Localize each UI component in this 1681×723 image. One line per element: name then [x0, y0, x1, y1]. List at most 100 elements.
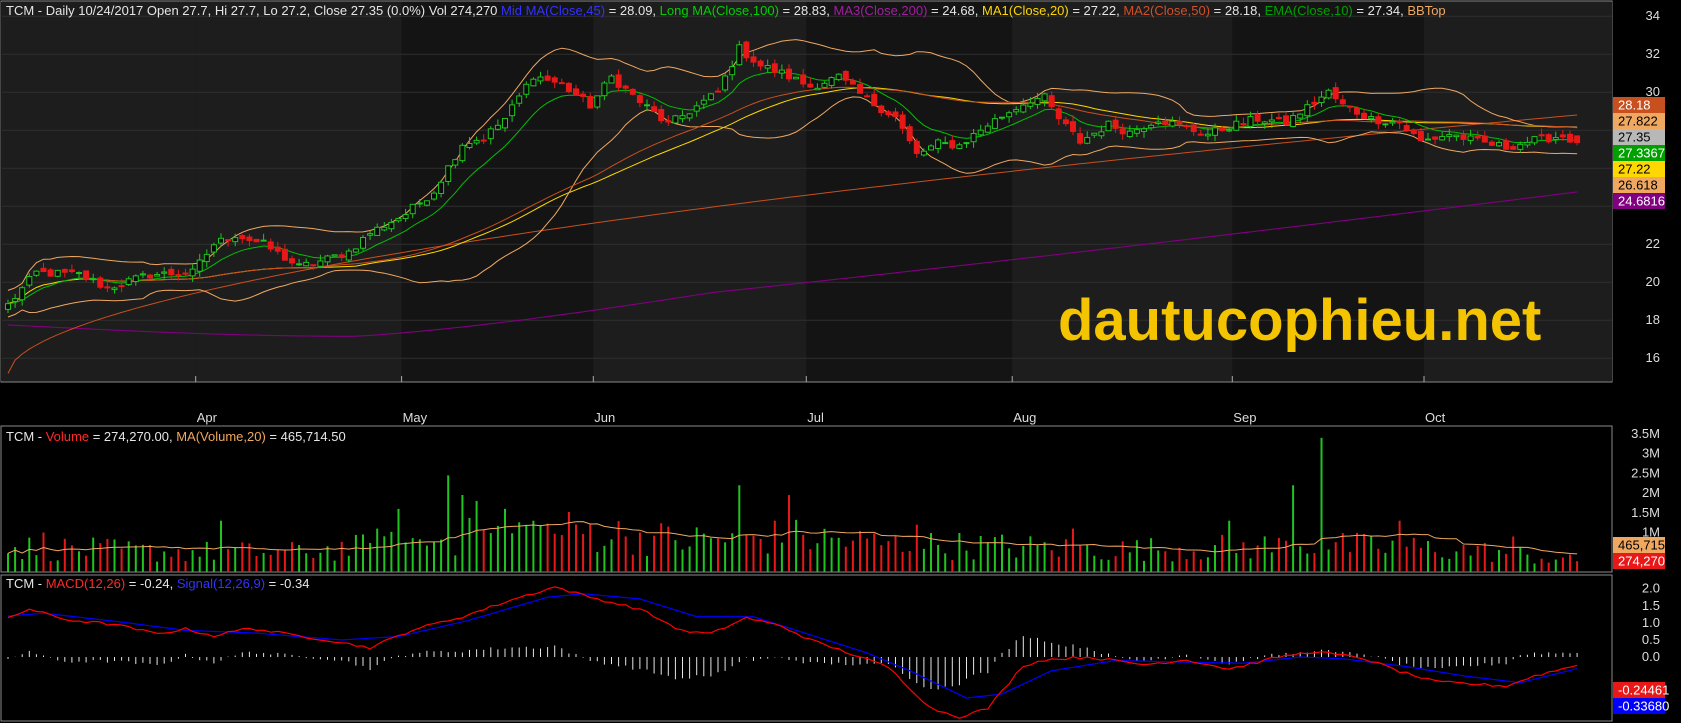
price-panel: 16182022303234Apr May Jun Jul Aug Sep Oct28.18… [0, 0, 1665, 425]
candle-body [1325, 89, 1332, 99]
candle-body [601, 82, 608, 97]
candle-body [90, 278, 97, 281]
candle-body [331, 254, 338, 257]
candle-body [480, 139, 487, 142]
candle-body [1446, 134, 1453, 138]
candle-body [644, 104, 650, 107]
candle-body [1141, 128, 1147, 132]
month-label: May [403, 410, 428, 425]
price-axis-tick-label: 20 [1646, 274, 1660, 289]
candle-body [1290, 115, 1297, 127]
candle-body [928, 145, 934, 151]
volume-axis-tick-label: 1.5M [1631, 505, 1660, 520]
candle-body [1403, 125, 1410, 131]
candle-body [1055, 108, 1062, 120]
candle-body [849, 80, 856, 85]
candle-body [281, 248, 288, 261]
candle-body [1552, 137, 1559, 140]
candle-body [395, 217, 402, 222]
candle-body [1467, 135, 1474, 141]
candle-body [1098, 131, 1105, 137]
candle-body [1453, 134, 1460, 138]
candle-body [509, 104, 516, 117]
candle-body [97, 277, 104, 288]
month-label: Oct [1425, 410, 1446, 425]
candle-body [722, 75, 729, 91]
candle-body [665, 120, 672, 123]
candle-body [1020, 104, 1027, 113]
candle-body [345, 250, 352, 261]
candle-body [771, 63, 778, 73]
candle-body [5, 303, 11, 310]
candle-body [935, 139, 942, 149]
candle-body [679, 115, 686, 120]
candle-body [225, 239, 232, 242]
candle-body [54, 269, 61, 277]
candle-body [310, 264, 317, 267]
candle-body [409, 203, 416, 215]
price-tag-value: 27.22 [1618, 162, 1651, 177]
volume-axis-tick-label: 3.5M [1631, 426, 1660, 441]
candle-body [1368, 115, 1375, 120]
candle-body [1339, 99, 1346, 105]
candle-body [1041, 93, 1048, 102]
candle-body [1126, 130, 1133, 138]
candle-body [374, 226, 381, 236]
candle-body [203, 253, 210, 263]
candle-body [828, 77, 835, 86]
candle-body [913, 140, 920, 154]
candle-body [1261, 121, 1268, 125]
candle-body [949, 140, 956, 149]
candle-body [1318, 96, 1325, 104]
candle-body [573, 88, 579, 96]
candle-body [1425, 138, 1431, 141]
candle-body [793, 76, 800, 80]
candle-body [814, 87, 821, 91]
candle-body [487, 128, 494, 140]
candle-body [189, 268, 196, 277]
candle-body [991, 118, 998, 129]
price-tag-value: 24.6816 [1618, 194, 1665, 209]
candle-body [1531, 136, 1538, 144]
candle-body [1545, 134, 1552, 143]
candle-body [594, 95, 601, 108]
volume-axis-tick-label: 2.5M [1631, 465, 1660, 480]
candle-body [1169, 120, 1176, 127]
candle-body [1567, 133, 1573, 143]
candle-body [1133, 129, 1140, 134]
candle-body [111, 287, 118, 291]
candle-body [1034, 97, 1041, 105]
candle-body [253, 238, 260, 243]
macd-plot-area [0, 574, 1613, 722]
candle-body [274, 246, 281, 252]
candle-body [33, 270, 40, 276]
candle-body [459, 144, 466, 162]
candle-body [715, 90, 721, 93]
candle-body [445, 165, 452, 182]
candle-body [1510, 146, 1517, 150]
candle-body [1254, 113, 1261, 122]
candle-body [1077, 133, 1084, 144]
candle-body [658, 108, 665, 122]
candle-body [622, 85, 629, 89]
volume-tag-value: 465,715 [1618, 538, 1665, 553]
candle-body [402, 213, 409, 219]
candle-body [686, 113, 693, 119]
candle-body [1062, 119, 1069, 125]
candle-body [1247, 116, 1254, 127]
candle-body [1481, 135, 1488, 143]
candle-body [196, 259, 203, 272]
candle-body [1084, 137, 1091, 144]
candle-body [864, 95, 871, 98]
candle-body [1524, 141, 1531, 146]
candle-body [1275, 117, 1282, 120]
volume-panel: 1M1.5M2M2.5M3M3.5M465,715274,270 [0, 425, 1665, 573]
candle-body [1417, 130, 1424, 142]
candle-body [778, 69, 785, 74]
candle-body [1212, 127, 1218, 136]
candle-body [1162, 120, 1169, 125]
candle-body [218, 237, 224, 244]
candle-body [324, 255, 331, 263]
candle-body [920, 150, 927, 156]
price-tag-value: 27.35 [1618, 130, 1651, 145]
